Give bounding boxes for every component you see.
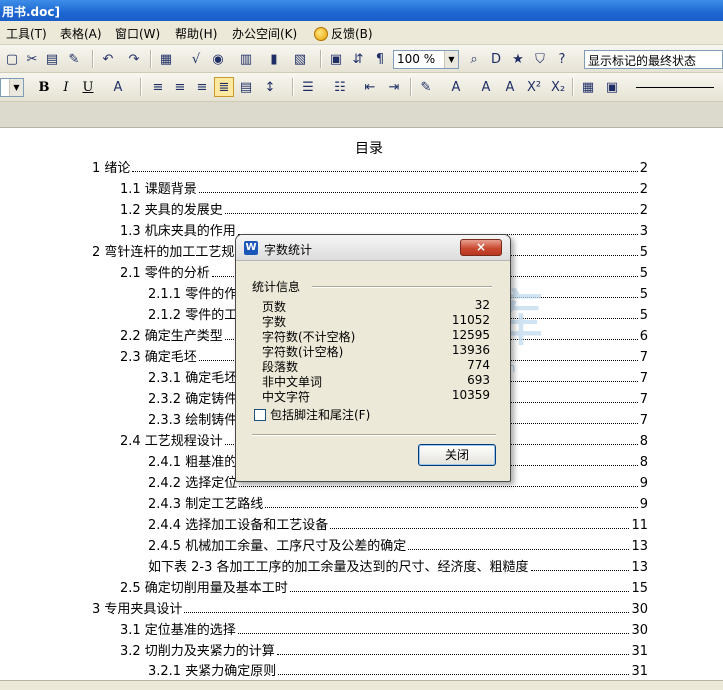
format-painter-icon[interactable]: ✎ xyxy=(64,49,84,69)
checkbox-box[interactable] xyxy=(254,408,266,421)
menu-table[interactable]: 表格(A) xyxy=(60,25,102,42)
menu-bar: 工具(T) 表格(A) 窗口(W) 帮助(H) 办公空间(K) 反馈(B) xyxy=(0,21,723,45)
copy-icon[interactable]: ▢ xyxy=(2,49,22,69)
stat-row: 字符数(计空格) 13936 xyxy=(262,343,490,359)
menu-tools[interactable]: 工具(T) xyxy=(6,25,47,42)
stat-row: 非中文单词 693 xyxy=(262,373,490,389)
toc-entry[interactable]: 2.4.5 机械加工余量、工序尺寸及公差的确定 13 xyxy=(148,536,648,554)
menu-office-space[interactable]: 办公空间(K) xyxy=(232,25,297,42)
stat-row: 段落数 774 xyxy=(262,358,490,374)
insert-table-icon[interactable]: ▦ xyxy=(156,49,176,69)
paste-icon[interactable]: ▤ xyxy=(42,49,62,69)
line-spacing-icon[interactable]: ↕ xyxy=(260,77,280,97)
chevron-down-icon[interactable]: ▼ xyxy=(9,79,23,96)
align-center-icon[interactable]: ≡ xyxy=(170,77,190,97)
bullets-icon[interactable]: ☷ xyxy=(330,77,350,97)
zoom-combo[interactable]: 100 % ▼ xyxy=(393,50,459,69)
distributed-icon[interactable]: ▤ xyxy=(236,77,256,97)
word-count-dialog: W 字数统计 × 统计信息 页数 32 字数 11052 字符数(不计空格) 1259… xyxy=(235,234,511,482)
toc-entry[interactable]: 如下表 2-3 各加工工序的加工余量及达到的尺寸、经济度、粗糙度 13 xyxy=(148,557,648,575)
stat-row: 中文字符 10359 xyxy=(262,388,490,404)
subscript-icon[interactable]: X₂ xyxy=(548,77,568,97)
drawing-icon[interactable]: ▧ xyxy=(290,49,310,69)
toc-title: 目录 xyxy=(355,141,383,157)
stat-row: 字数 11052 xyxy=(262,313,490,329)
sort-icon[interactable]: ⇵ xyxy=(348,49,368,69)
increase-indent-icon[interactable]: ⇥ xyxy=(384,77,404,97)
menu-feedback-label: 反馈(B) xyxy=(331,27,373,41)
font-size-combo[interactable]: ▼ xyxy=(0,78,24,97)
table-props-icon[interactable]: ▦ xyxy=(578,77,598,97)
stat-row: 字符数(不计空格) 12595 xyxy=(262,328,490,344)
align-right-icon[interactable]: ≡ xyxy=(192,77,212,97)
close-button[interactable]: 关闭 xyxy=(418,444,496,466)
shrink-font-icon[interactable]: A xyxy=(500,77,520,97)
decrease-indent-icon[interactable]: ⇤ xyxy=(360,77,380,97)
show-marks-icon[interactable]: ¶ xyxy=(370,49,390,69)
globe-icon[interactable]: ◉ xyxy=(208,49,228,69)
menu-window[interactable]: 窗口(W) xyxy=(115,25,160,42)
toc-entry[interactable]: 3.2.1 夹紧力确定原则 31 xyxy=(148,661,648,679)
columns-icon[interactable]: ▥ xyxy=(236,49,256,69)
drawing-toolbar xyxy=(0,680,723,690)
toc-entry[interactable]: 3 专用夹具设计 30 xyxy=(92,599,648,617)
markup-view-combo[interactable]: 显示标记的最终状态 xyxy=(584,50,723,69)
document-map-icon[interactable]: ▣ xyxy=(326,49,346,69)
star-icon[interactable]: ★ xyxy=(508,49,528,69)
toc-entry[interactable]: 2.4.3 制定工艺路线 9 xyxy=(148,494,648,512)
window-title: 用书.doc] xyxy=(2,5,60,19)
italic-button[interactable]: I xyxy=(56,77,76,97)
toc-entry[interactable]: 3.2 切削力及夹紧力的计算 31 xyxy=(120,641,648,659)
stat-row: 页数 32 xyxy=(262,298,490,314)
superscript-icon[interactable]: X² xyxy=(524,77,544,97)
app-icon: W xyxy=(244,241,258,255)
group-title: 统计信息 xyxy=(252,280,301,294)
toc-entry[interactable]: 1.2 夹具的发展史 2 xyxy=(120,200,648,218)
toc-entry[interactable]: 2.4.4 选择加工设备和工艺设备 11 xyxy=(148,515,648,533)
help-icon[interactable]: ? xyxy=(552,49,572,69)
line-style-preview[interactable] xyxy=(636,87,714,88)
undo-icon[interactable]: ↶ xyxy=(98,49,118,69)
dialog-title-bar[interactable]: W 字数统计 × xyxy=(236,235,510,261)
formatting-toolbar: ▼ B I U A ≡ ≡ ≡ ≣ ▤ ↕ ☰ ☷ ⇤ ⇥ ✎ A A A X²… xyxy=(0,73,723,102)
close-icon[interactable]: × xyxy=(460,239,502,256)
markup-view-value: 显示标记的最终状态 xyxy=(588,54,697,68)
zoom-value: 100 % xyxy=(397,52,436,66)
formula-icon[interactable]: √ xyxy=(186,49,206,69)
underline-button[interactable]: U xyxy=(78,77,98,97)
menu-help[interactable]: 帮助(H) xyxy=(175,25,217,42)
title-bar: 用书.doc] xyxy=(0,0,723,21)
char-scale-icon[interactable]: A xyxy=(108,77,128,97)
word-icon[interactable]: D xyxy=(486,49,506,69)
ruler-band xyxy=(0,102,723,128)
toc-entry[interactable]: 1 绪论 2 xyxy=(92,158,648,176)
include-notes-checkbox[interactable]: 包括脚注和尾注(F) xyxy=(254,406,370,423)
shirt-icon[interactable]: ⛉ xyxy=(530,49,550,69)
toc-entry[interactable]: 1.1 课题背景 2 xyxy=(120,179,648,197)
smiley-icon xyxy=(314,26,328,41)
grow-font-icon[interactable]: A xyxy=(476,77,496,97)
dialog-title: 字数统计 xyxy=(264,243,313,257)
chart-icon[interactable]: ▮ xyxy=(264,49,284,69)
standard-toolbar: ▢ ✂ ▤ ✎ ↶ ↷ ▦ √ ◉ ▥ ▮ ▧ ▣ ⇵ ¶ 100 % ▼ ⌕ … xyxy=(0,45,723,73)
chevron-down-icon[interactable]: ▼ xyxy=(444,51,458,68)
dialog-body: 统计信息 页数 32 字数 11052 字符数(不计空格) 12595 字符数(计空格… xyxy=(242,262,504,477)
numbering-icon[interactable]: ☰ xyxy=(298,77,318,97)
toc-entry[interactable]: 2.5 确定切削用量及基本工时 15 xyxy=(120,578,648,596)
cut-icon[interactable]: ✂ xyxy=(22,49,42,69)
toc-entry[interactable]: 3.1 定位基准的选择 30 xyxy=(120,620,648,638)
highlight-icon[interactable]: ✎ xyxy=(416,77,436,97)
find-icon[interactable]: ⌕ xyxy=(464,49,484,69)
bold-button[interactable]: B xyxy=(34,77,54,97)
menu-feedback[interactable]: 反馈(B) xyxy=(314,25,373,42)
justify-icon[interactable]: ≣ xyxy=(214,77,234,97)
align-left-icon[interactable]: ≡ xyxy=(148,77,168,97)
redo-icon[interactable]: ↷ xyxy=(124,49,144,69)
borders-icon[interactable]: ▣ xyxy=(602,77,622,97)
include-notes-label: 包括脚注和尾注(F) xyxy=(270,408,371,422)
font-color-icon[interactable]: A xyxy=(446,77,466,97)
